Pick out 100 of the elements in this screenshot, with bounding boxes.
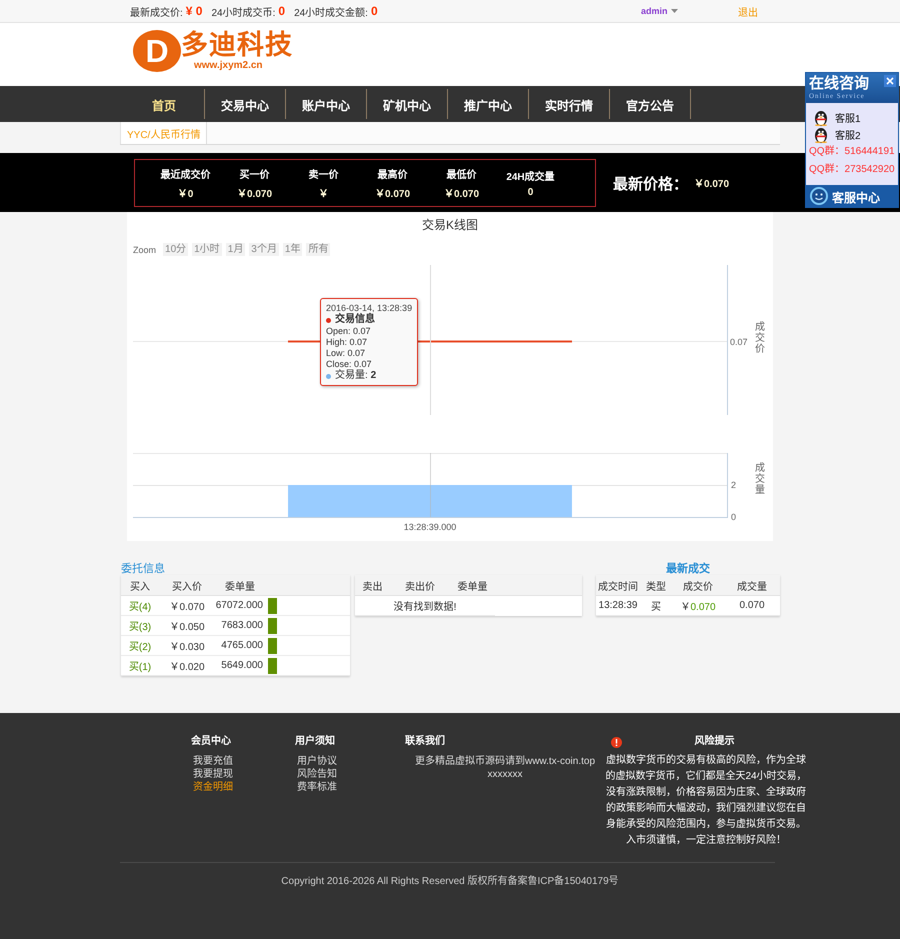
stat-value: ¥ 0: [186, 4, 202, 18]
latest-price-label: 最新价格：: [613, 175, 688, 193]
table-cell: 67072.000: [215, 596, 265, 616]
stat-label: 最低价: [446, 168, 476, 180]
column-header: 委单量: [450, 575, 495, 596]
agent-link[interactable]: 客服2: [809, 126, 861, 143]
caret-icon: [670, 9, 678, 13]
column-header: 类型: [640, 575, 672, 596]
table-cell: ￥0.050: [159, 616, 215, 636]
zoom-label: Zoom: [133, 244, 156, 254]
footer-link[interactable]: 风险告知: [295, 768, 337, 781]
stat-value: ￥: [318, 188, 328, 200]
close-icon: [886, 77, 894, 85]
column-header: 委单量: [215, 575, 265, 596]
footer-title: 联系我们: [405, 735, 445, 749]
latest-price-value: ￥0.070: [694, 178, 730, 190]
stat-value: ￥0.070: [444, 188, 480, 200]
nav-link[interactable]: 矿机中心: [367, 89, 448, 119]
column-header: 卖出价: [390, 575, 450, 596]
stat-label: 买一价: [240, 168, 270, 180]
series-name: 交易信息: [335, 314, 375, 326]
stat-label: 24小时成交金额:: [294, 6, 368, 18]
copyright-text: Copyright 2016-2026 All Rights Reserved 版权所有备案鲁ICP备15040179号: [281, 876, 619, 888]
risk-warning-text: 虚拟数字货币的交易有极高的风险，作为全球的虚拟数字货币，它们都是全天24小时交易，没有涨跌限制，价格容易因为庄家、全球政府的政策影响而大幅波动，我们强烈建议您在自身能承受的风险范围内，参与虚拟货币交易。入市须谨慎，一定注意控制好风险！: [605, 753, 807, 848]
stat-label: 24H成交量: [506, 170, 555, 182]
stat-label: 24小时成交币:: [211, 6, 276, 18]
depth-bar-icon: [268, 618, 277, 634]
nav-link[interactable]: 交易中心: [205, 89, 286, 119]
agent-link[interactable]: 客服1: [809, 109, 861, 126]
axis-tick-label: 13:28:39.000: [404, 522, 456, 532]
table-cell: 0.070: [724, 596, 780, 616]
table-cell: 13:28:39: [596, 596, 640, 616]
panel-title: 在线咨询: [809, 76, 869, 92]
empty-message: 没有找到数据!: [355, 596, 495, 616]
penguin-icon: [813, 110, 829, 126]
tooltip-line: High: 0.07: [326, 337, 368, 348]
footer-link[interactable]: 资金明细: [191, 781, 233, 794]
footer-link[interactable]: 我要充值: [191, 755, 233, 768]
footer-link[interactable]: 费率标准: [295, 781, 337, 794]
footer-title: 会员中心: [191, 735, 231, 749]
nav-link[interactable]: 官方公告: [610, 89, 691, 119]
column-header: 成交量: [724, 575, 780, 596]
nav-link[interactable]: 账户中心: [286, 89, 367, 119]
footer-link[interactable]: 我要提现: [191, 768, 233, 781]
depth-bar-icon: [268, 638, 277, 654]
tooltip-line: Close: 0.07: [326, 359, 373, 369]
table-cell: ￥0.020: [159, 656, 215, 676]
footer-title: 用户须知: [295, 735, 335, 749]
tooltip-line: Low: 0.07: [326, 348, 366, 359]
contact-text: 更多精品虚拟币源码请到www.tx-coin.top: [414, 755, 596, 768]
footer-link[interactable]: 用户协议: [295, 755, 337, 768]
stat-value: ￥0.070: [374, 188, 410, 200]
stat-label: 最近成交价: [160, 168, 210, 180]
stat-label: 最高价: [378, 168, 408, 180]
axis-tick-label: 2: [731, 480, 736, 490]
smiley-icon: [810, 187, 828, 205]
table-cell: 买(4): [121, 596, 159, 616]
section-title: 最新成交: [666, 562, 710, 575]
axis-tick-label: 0.07: [730, 337, 748, 347]
table-cell: 买(3): [121, 616, 159, 636]
stat-value: 0: [370, 4, 378, 18]
contact-text: xxxxxxx: [488, 768, 522, 781]
axis-title: 成交量: [755, 463, 765, 496]
footer-title: 风险提示: [694, 735, 734, 749]
table-cell: ￥0.070: [159, 596, 215, 616]
stat-value: ￥0.070: [236, 188, 272, 200]
stat-value: 0: [528, 186, 534, 198]
table-cell: 买(1): [121, 656, 159, 676]
depth-bar-icon: [268, 598, 277, 614]
table-cell: 买(2): [121, 636, 159, 656]
stat-value: 0: [278, 4, 286, 18]
table-cell: 4765.000: [215, 636, 265, 656]
depth-bar-icon: [268, 658, 277, 674]
nav-link[interactable]: 首页: [124, 89, 205, 119]
penguin-icon: [813, 126, 829, 142]
logo-emblem: D: [133, 30, 181, 72]
column-header: 买入: [121, 575, 159, 596]
warning-icon: [611, 736, 622, 748]
logo-name: 多迪科技: [181, 30, 293, 60]
table-cell: ￥0.030: [159, 636, 215, 656]
column-header: 卖出: [355, 575, 390, 596]
tooltip-value: 交易量: 2: [335, 370, 376, 382]
crosshair-line: [430, 453, 431, 517]
nav-link[interactable]: 实时行情: [529, 89, 610, 119]
service-center-button[interactable]: 客服中心: [806, 185, 898, 207]
stat-label: 最新成交价:: [130, 6, 183, 18]
tooltip-time: 2016-03-14, 13:28:39: [326, 302, 412, 313]
logo-url: www.jxym2.cn: [194, 60, 263, 71]
tooltip-line: Open: 0.07: [326, 326, 372, 337]
nav-link[interactable]: 推广中心: [448, 89, 529, 119]
table-cell: 7683.000: [215, 616, 265, 636]
axis-tick-label: 0: [731, 512, 736, 522]
chart-title: 交易K线图: [422, 217, 478, 233]
close-button[interactable]: [884, 75, 896, 87]
user-menu[interactable]: admin: [641, 6, 678, 16]
column-header: 买入价: [159, 575, 215, 596]
stat-value: ￥0: [178, 188, 194, 200]
column-header: 成交价: [672, 575, 724, 596]
table-cell: 买: [640, 596, 672, 616]
axis-title: 成交价: [755, 322, 765, 355]
